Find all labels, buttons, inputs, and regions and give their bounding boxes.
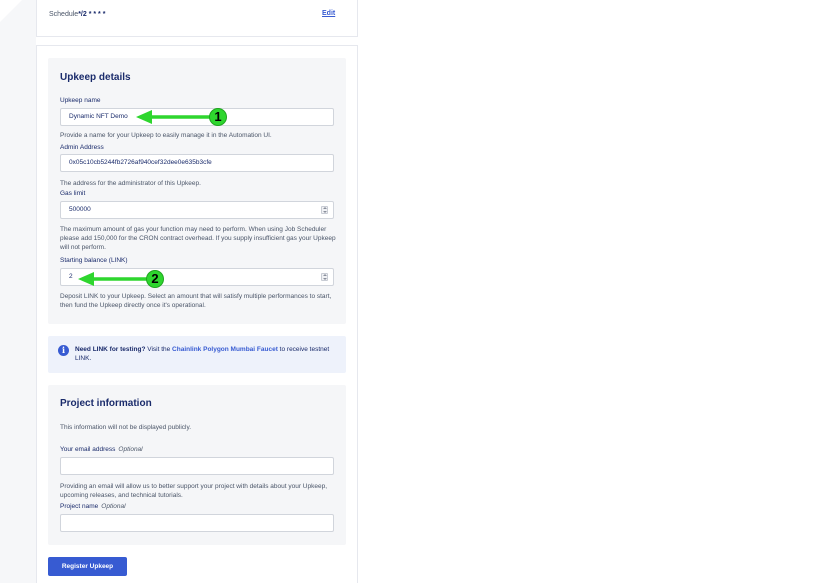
email-optional: Optional bbox=[118, 446, 143, 453]
annotation-arrow-2 bbox=[78, 272, 148, 286]
email-label-text: Your email address bbox=[60, 446, 116, 453]
project-name-optional: Optional bbox=[101, 503, 126, 510]
info-pre-text: Visit the bbox=[145, 346, 173, 353]
project-information-title: Project information bbox=[60, 398, 152, 409]
info-text: Need LINK for testing? Visit the Chainli… bbox=[75, 345, 337, 363]
faucet-link[interactable]: Chainlink Polygon Mumbai Faucet bbox=[172, 346, 278, 353]
info-icon: i bbox=[58, 345, 69, 356]
link-info-box: i Need LINK for testing? Visit the Chain… bbox=[48, 336, 346, 373]
project-note: This information will not be displayed p… bbox=[60, 424, 192, 431]
upkeep-details-title: Upkeep details bbox=[60, 72, 131, 83]
left-background bbox=[0, 0, 36, 583]
upkeep-name-label: Upkeep name bbox=[60, 97, 101, 104]
starting-balance-label: Starting balance (LINK) bbox=[60, 257, 128, 264]
info-bold-text: Need LINK for testing? bbox=[75, 346, 146, 353]
gas-limit-help: The maximum amount of gas your function … bbox=[60, 226, 336, 251]
project-name-label-text: Project name bbox=[60, 503, 99, 510]
schedule-edit-link[interactable]: Edit bbox=[322, 10, 335, 17]
email-input[interactable] bbox=[60, 457, 334, 475]
upkeep-name-help: Provide a name for your Upkeep to easily… bbox=[60, 132, 272, 139]
schedule-value: */2 * * * * bbox=[78, 11, 106, 18]
admin-address-label: Admin Address bbox=[60, 144, 104, 151]
annotation-badge-2: 2 bbox=[146, 270, 164, 288]
gas-limit-label: Gas limit bbox=[60, 190, 86, 197]
admin-address-input[interactable]: 0x05c10cb5244fb2726af940cef32dee0e635b3c… bbox=[60, 154, 334, 172]
corner-decoration bbox=[0, 0, 22, 22]
project-name-input[interactable] bbox=[60, 514, 334, 532]
gas-limit-stepper[interactable] bbox=[321, 206, 328, 214]
annotation-badge-1: 1 bbox=[209, 108, 227, 126]
gas-limit-input[interactable]: 500000 bbox=[60, 201, 334, 219]
starting-balance-value: 2 bbox=[69, 273, 73, 280]
email-label: Your email address Optional bbox=[60, 446, 143, 453]
starting-balance-help: Deposit LINK to your Upkeep. Select an a… bbox=[60, 293, 332, 309]
starting-balance-stepper[interactable] bbox=[321, 273, 328, 281]
admin-address-help: The address for the administrator of thi… bbox=[60, 180, 201, 187]
schedule-card: Schedule*/2 * * * * Edit bbox=[36, 0, 358, 37]
annotation-arrow-1 bbox=[136, 110, 210, 124]
schedule-row: Schedule*/2 * * * * bbox=[49, 11, 105, 18]
gas-limit-value: 500000 bbox=[69, 206, 91, 213]
email-help: Providing an email will allow us to bett… bbox=[60, 483, 327, 499]
register-upkeep-button[interactable]: Register Upkeep bbox=[48, 557, 127, 576]
schedule-label: Schedule bbox=[49, 11, 79, 18]
project-name-label: Project name Optional bbox=[60, 503, 126, 510]
